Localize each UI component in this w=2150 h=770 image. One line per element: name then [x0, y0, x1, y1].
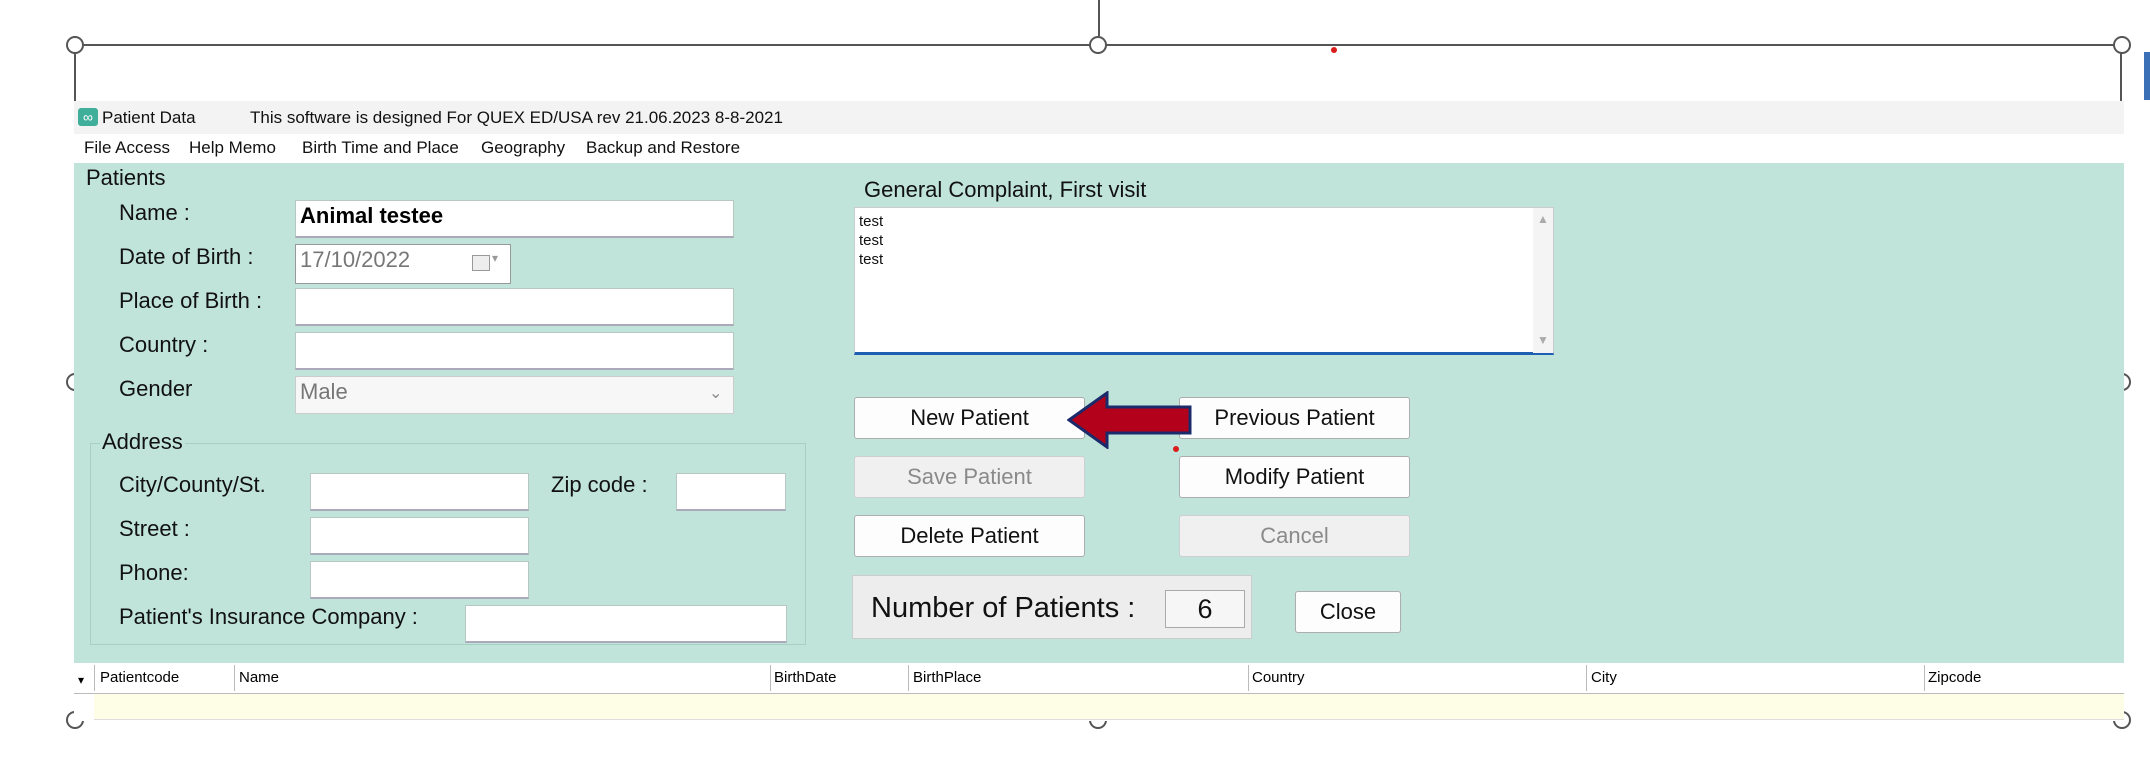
complaint-scrollbar[interactable]: ▲ ▼: [1533, 208, 1553, 353]
previous-patient-button[interactable]: Previous Patient: [1179, 397, 1410, 439]
grid-header: ▾ Patientcode Name BirthDate BirthPlace …: [74, 663, 2124, 694]
complaint-textarea[interactable]: test test test ▲ ▼: [854, 207, 1554, 355]
resize-handle-top-center[interactable]: [1089, 36, 1107, 54]
grid-col-birthdate[interactable]: BirthDate: [774, 669, 837, 686]
red-ink-mark: [1331, 47, 1337, 53]
street-field[interactable]: [310, 517, 529, 555]
grid-col-birthplace[interactable]: BirthPlace: [913, 669, 981, 686]
insurance-field[interactable]: [465, 605, 787, 643]
grid-col-city[interactable]: City: [1591, 669, 1617, 686]
grid-col-separator: [908, 665, 909, 691]
dob-value: 17/10/2022: [300, 247, 411, 272]
city-label: City/County/St.: [119, 472, 266, 497]
grid-col-separator: [1924, 665, 1925, 691]
patient-count-label: Number of Patients :: [871, 592, 1136, 624]
rotation-stem: [1098, 0, 1100, 36]
chevron-down-icon[interactable]: ▾: [492, 251, 498, 265]
name-label: Name :: [119, 200, 190, 225]
resize-handle-top-right[interactable]: [2113, 36, 2131, 54]
save-patient-button[interactable]: Save Patient: [854, 456, 1085, 498]
gender-value: Male: [300, 379, 348, 404]
grid-col-zipcode[interactable]: Zipcode: [1928, 669, 1981, 686]
delete-patient-button[interactable]: Delete Patient: [854, 515, 1085, 557]
complaint-label: General Complaint, First visit: [864, 177, 1147, 202]
grid-col-separator: [1586, 665, 1587, 691]
place-of-birth-label: Place of Birth :: [119, 288, 263, 313]
grid-col-separator: [770, 665, 771, 691]
city-field[interactable]: [310, 473, 529, 511]
menu-help-memo[interactable]: Help Memo: [189, 138, 276, 158]
zip-field[interactable]: [676, 473, 786, 511]
address-group-label: Address: [100, 429, 185, 455]
scroll-up-icon[interactable]: ▲: [1537, 212, 1549, 226]
insurance-label: Patient's Insurance Company :: [119, 604, 418, 629]
menu-geography[interactable]: Geography: [481, 138, 565, 158]
menu-file-access[interactable]: File Access: [84, 138, 170, 158]
grid-col-country[interactable]: Country: [1252, 669, 1305, 686]
cancel-button[interactable]: Cancel: [1179, 515, 1410, 557]
complaint-text: test test test: [859, 213, 884, 268]
window-title: Patient Data: [102, 108, 196, 127]
place-of-birth-field[interactable]: [295, 288, 734, 326]
grid-col-patientcode[interactable]: Patientcode: [100, 669, 179, 686]
new-patient-button[interactable]: New Patient: [854, 397, 1085, 439]
gender-select[interactable]: Male ⌄: [295, 376, 734, 414]
calendar-icon[interactable]: [472, 255, 490, 271]
resize-handle-top-left[interactable]: [66, 36, 84, 54]
patient-count-panel: Number of Patients : 6: [852, 575, 1252, 639]
country-label: Country :: [119, 332, 209, 357]
form-area: Patients Name : Animal testee Date of Bi…: [74, 163, 2124, 663]
patients-group-label: Patients: [86, 165, 166, 190]
side-tab: [2144, 52, 2150, 100]
grid-col-separator: [234, 665, 235, 691]
title-bar: ∞ Patient Data This software is designed…: [74, 101, 2124, 134]
name-field[interactable]: Animal testee: [295, 200, 734, 238]
dob-label: Date of Birth :: [119, 244, 254, 269]
grid-col-separator: [94, 665, 95, 691]
menu-bar: File Access Help Memo Birth Time and Pla…: [74, 134, 2124, 163]
menu-birth-time-place[interactable]: Birth Time and Place: [302, 138, 459, 158]
table-row[interactable]: [94, 694, 2124, 720]
zip-label: Zip code :: [551, 472, 648, 497]
dob-picker[interactable]: 17/10/2022 ▾: [295, 244, 511, 284]
infinity-icon: ∞: [78, 108, 98, 126]
patient-data-window: ∞ Patient Data This software is designed…: [74, 101, 2124, 721]
patients-grid: ▾ Patientcode Name BirthDate BirthPlace …: [74, 663, 2124, 721]
phone-field[interactable]: [310, 561, 529, 599]
patient-count-value: 6: [1165, 590, 1245, 628]
grid-col-name[interactable]: Name: [239, 669, 279, 686]
modify-patient-button[interactable]: Modify Patient: [1179, 456, 1410, 498]
chevron-down-icon: ⌄: [709, 385, 723, 402]
red-arrow-annotation: [1066, 390, 1197, 450]
menu-backup-restore[interactable]: Backup and Restore: [586, 138, 740, 158]
scroll-down-icon[interactable]: ▼: [1537, 333, 1549, 347]
country-field[interactable]: [295, 332, 734, 370]
gender-label: Gender: [119, 376, 193, 401]
phone-label: Phone:: [119, 560, 189, 585]
grid-col-separator: [1248, 665, 1249, 691]
row-indicator-icon: ▾: [78, 673, 85, 687]
close-button[interactable]: Close: [1295, 591, 1401, 633]
window-subtitle: This software is designed For QUEX ED/US…: [250, 108, 783, 127]
street-label: Street :: [119, 516, 190, 541]
red-dot-mark: [1173, 446, 1179, 452]
